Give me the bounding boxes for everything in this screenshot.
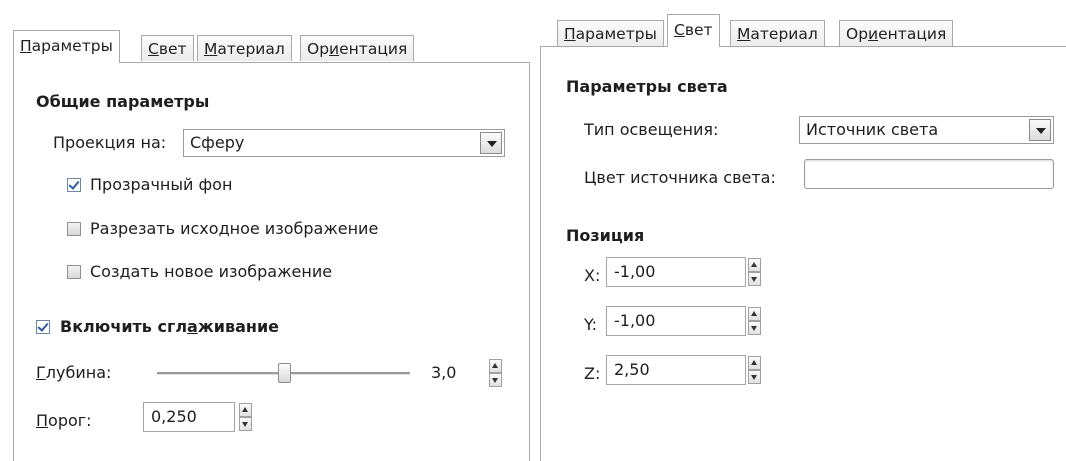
chevron-down-icon[interactable] bbox=[480, 132, 502, 154]
z-spin-field[interactable]: 2,50 bbox=[606, 355, 746, 385]
y-value: -1,00 bbox=[614, 311, 656, 330]
section-title-general: Общие параметры bbox=[36, 92, 210, 111]
new-image-label: Создать новое изображение bbox=[90, 262, 333, 281]
antialias-label-accel: а bbox=[187, 317, 198, 336]
x-spin-field[interactable]: -1,00 bbox=[606, 257, 746, 287]
transparent-bg-checkbox[interactable] bbox=[67, 178, 81, 192]
threshold-value: 0,250 bbox=[151, 407, 197, 426]
tab-light[interactable]: Свет bbox=[667, 14, 720, 47]
threshold-spin-field[interactable]: 0,250 bbox=[143, 402, 235, 432]
tab-label-accel: и bbox=[868, 25, 879, 43]
tab-orientation[interactable]: Ориентация bbox=[839, 20, 954, 46]
tab-material[interactable]: Материал bbox=[730, 20, 825, 46]
projection-combo-value: Сферу bbox=[190, 133, 245, 152]
z-label: Z: bbox=[584, 364, 601, 383]
chevron-down-icon[interactable] bbox=[1029, 119, 1051, 141]
threshold-label: Порог: bbox=[36, 411, 92, 430]
tab-label-accel: М bbox=[737, 25, 751, 43]
tab-label-rest: атериал bbox=[750, 25, 818, 43]
depth-spinner bbox=[489, 359, 502, 387]
cut-image-checkbox[interactable] bbox=[67, 222, 81, 236]
x-label: X: bbox=[584, 266, 601, 285]
tab-label-accel: П bbox=[564, 25, 576, 43]
new-image-checkbox[interactable] bbox=[67, 265, 81, 279]
tab-label-rest: вет bbox=[158, 40, 187, 58]
depth-spin-field[interactable]: 3,0 bbox=[426, 358, 486, 388]
threshold-label-accel: П bbox=[36, 411, 49, 430]
spin-down-icon[interactable] bbox=[239, 417, 252, 431]
tab-light[interactable]: Свет bbox=[141, 35, 194, 61]
light-color-label: Цвет источника света: bbox=[584, 168, 776, 187]
tab-content-light bbox=[540, 46, 1066, 461]
tab-label-rest: атериал bbox=[217, 40, 285, 58]
y-label: Y: bbox=[584, 315, 598, 334]
spin-down-icon[interactable] bbox=[489, 373, 502, 387]
spin-down-icon[interactable] bbox=[748, 321, 761, 335]
light-type-combo-value: Источник света bbox=[806, 120, 939, 139]
tab-material[interactable]: Материал bbox=[197, 35, 292, 61]
tab-label-accel: М bbox=[204, 40, 218, 58]
depth-slider-thumb[interactable] bbox=[277, 363, 291, 383]
y-spin-field[interactable]: -1,00 bbox=[606, 306, 746, 336]
transparent-bg-label: Прозрачный фон bbox=[90, 175, 233, 194]
left-dialog-panel: Параметры Свет Материал Ориентация Общие… bbox=[0, 0, 530, 461]
antialias-label-pre: Включить сгл bbox=[60, 317, 188, 336]
tab-label-accel: и bbox=[329, 40, 340, 58]
z-spinner bbox=[748, 356, 761, 384]
tab-label-rest: вет bbox=[684, 21, 713, 39]
spin-up-icon[interactable] bbox=[239, 403, 252, 417]
depth-label-accel: Г bbox=[36, 363, 46, 382]
x-value: -1,00 bbox=[614, 262, 656, 281]
tab-label-rest: ентация bbox=[339, 40, 408, 58]
spin-up-icon[interactable] bbox=[748, 258, 761, 272]
tab-parameters[interactable]: Параметры bbox=[13, 30, 120, 63]
spin-up-icon[interactable] bbox=[489, 359, 502, 373]
x-spinner bbox=[748, 258, 761, 286]
cut-image-label: Разрезать исходное изображение bbox=[90, 219, 379, 238]
light-type-combo[interactable]: Источник света bbox=[799, 116, 1054, 144]
tab-label-pre: Ор bbox=[307, 40, 330, 58]
tab-label-rest: араметры bbox=[31, 37, 113, 55]
tab-label-rest: ентация bbox=[878, 25, 947, 43]
tab-orientation[interactable]: Ориентация bbox=[300, 35, 415, 61]
tab-label-pre: Ор bbox=[846, 25, 869, 43]
spin-up-icon[interactable] bbox=[748, 307, 761, 321]
projection-combo[interactable]: Сферу bbox=[183, 129, 505, 157]
antialias-checkbox[interactable] bbox=[36, 320, 50, 334]
tab-label-accel: П bbox=[20, 37, 32, 55]
section-title-position: Позиция bbox=[566, 226, 645, 245]
right-dialog-panel: Параметры Свет Материал Ориентация Парам… bbox=[540, 0, 1066, 461]
section-title-light: Параметры света bbox=[566, 77, 728, 96]
light-color-button[interactable] bbox=[804, 159, 1054, 189]
antialias-label-rest: живание bbox=[197, 317, 280, 336]
threshold-spinner bbox=[239, 403, 252, 431]
tab-parameters[interactable]: Параметры bbox=[557, 20, 664, 46]
tab-label-accel: С bbox=[148, 40, 159, 58]
depth-label: Глубина: bbox=[36, 363, 111, 382]
antialias-label: Включить сглаживание bbox=[60, 317, 279, 336]
z-value: 2,50 bbox=[614, 360, 650, 379]
tab-label-rest: араметры bbox=[575, 25, 657, 43]
depth-label-rest: лубина: bbox=[45, 363, 112, 382]
tab-label-accel: С bbox=[674, 21, 685, 39]
light-type-label: Тип освещения: bbox=[584, 120, 719, 139]
threshold-label-rest: орог: bbox=[48, 411, 92, 430]
spin-down-icon[interactable] bbox=[748, 370, 761, 384]
projection-label: Проекция на: bbox=[53, 133, 167, 152]
spin-down-icon[interactable] bbox=[748, 272, 761, 286]
depth-value: 3,0 bbox=[431, 363, 457, 382]
spin-up-icon[interactable] bbox=[748, 356, 761, 370]
y-spinner bbox=[748, 307, 761, 335]
